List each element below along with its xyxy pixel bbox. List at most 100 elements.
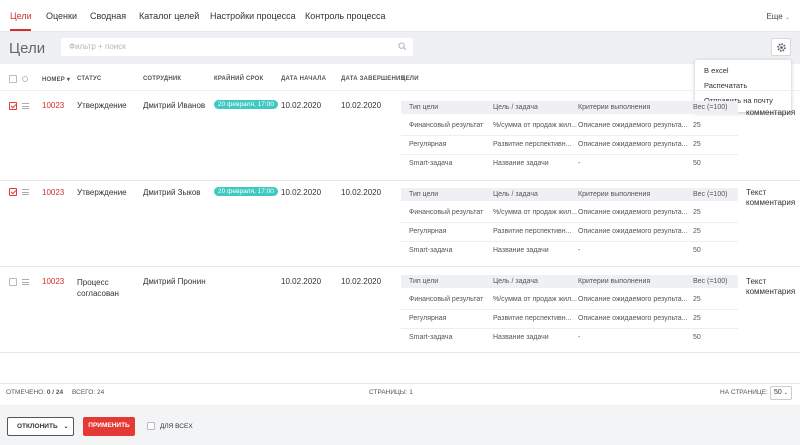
col-end-date[interactable]: ДАТА ЗАВЕРШЕНИЯ <box>341 76 405 82</box>
sub-col-criteria: Критерии выполнения <box>578 104 651 111</box>
goal-type: Регулярная <box>409 228 447 235</box>
goal-weight: 50 <box>693 334 701 341</box>
tab-catalog[interactable]: Каталог целей <box>139 11 199 21</box>
start-date: 10.02.2020 <box>281 188 322 197</box>
goal-weight: 50 <box>693 247 701 254</box>
header-toggle-icon[interactable] <box>22 76 28 82</box>
col-deadline[interactable]: КРАЙНИЙ СРОК <box>214 76 263 82</box>
goal-weight: 25 <box>693 296 701 303</box>
drag-handle-icon[interactable] <box>22 279 29 285</box>
reject-button[interactable]: ОТКЛОНИТЬ ⌄ <box>7 417 74 436</box>
row-checkbox[interactable] <box>9 278 17 286</box>
sub-col-goal: Цель / задача <box>493 278 538 285</box>
col-employee[interactable]: СОТРУДНИК <box>143 76 181 82</box>
drag-handle-icon[interactable] <box>22 103 29 109</box>
sub-col-type: Тип цели <box>409 191 439 198</box>
goal-number[interactable]: 10023 <box>42 101 64 110</box>
status-text: Процесс согласован <box>77 277 119 299</box>
apply-button[interactable]: ПРИМЕНИТЬ <box>83 417 135 436</box>
goal-task: Развитие перспективн... <box>493 141 572 148</box>
subtable-divider <box>401 135 738 136</box>
goals-subtable: Тип цели Цель / задача Критерии выполнен… <box>401 101 738 175</box>
drag-handle-icon[interactable] <box>22 189 29 195</box>
marked-count: ОТМЕЧЕНО: 0 / 24 <box>6 389 63 396</box>
table-row[interactable]: 10023 Утверждение Дмитрий Зыков 20 февра… <box>0 182 800 267</box>
goal-task: %/сумма от продаж жил... <box>493 209 577 216</box>
subtable-divider <box>401 154 738 155</box>
sub-col-goal: Цель / задача <box>493 191 538 198</box>
menu-item-excel[interactable]: В excel <box>704 66 729 75</box>
sub-col-goal: Цель / задача <box>493 104 538 111</box>
sub-col-type: Тип цели <box>409 104 439 111</box>
col-number[interactable]: НОМЕР ▾ <box>42 76 70 83</box>
per-page-select[interactable]: 50 ⌄ <box>770 386 792 400</box>
search-icon <box>398 42 407 51</box>
col-goals[interactable]: ЦЕЛИ <box>401 76 419 82</box>
goal-type: Финансовый результат <box>409 296 484 303</box>
for-all-checkbox[interactable] <box>147 422 155 430</box>
goal-criteria: - <box>578 334 581 341</box>
select-all-checkbox[interactable] <box>9 75 17 83</box>
comment-line: Текст <box>746 188 767 197</box>
goal-criteria: - <box>578 160 581 167</box>
bulk-actions-bar: ОТКЛОНИТЬ ⌄ ПРИМЕНИТЬ ДЛЯ ВСЕХ <box>0 405 800 445</box>
search-placeholder: Фильтр + поиск <box>69 42 126 51</box>
sub-col-criteria: Критерии выполнения <box>578 191 651 198</box>
row-checkbox[interactable] <box>9 102 17 110</box>
for-all-label: ДЛЯ ВСЕХ <box>160 423 193 430</box>
sub-col-weight: Вес (=100) <box>693 104 728 111</box>
comment-text: Текст комментария <box>746 188 795 208</box>
table-row[interactable]: 10023 Процесс согласован Дмитрий Пронин 1… <box>0 268 800 353</box>
goal-number[interactable]: 10023 <box>42 188 64 197</box>
col-start-date[interactable]: ДАТА НАЧАЛА <box>281 76 326 82</box>
sub-col-weight: Вес (=100) <box>693 278 728 285</box>
goal-criteria: Описание ожидаемого результа... <box>578 122 688 129</box>
end-date: 10.02.2020 <box>341 188 382 197</box>
chevron-down-icon: ⌄ <box>784 15 790 21</box>
deadline-badge: 20 февраля, 17:00 <box>214 100 278 109</box>
pages-info: СТРАНИЦЫ: 1 <box>369 389 413 396</box>
header-divider <box>0 90 800 91</box>
tab-process-control[interactable]: Контроль процесса <box>305 11 386 21</box>
row-checkbox[interactable] <box>9 188 17 196</box>
subtable-header <box>401 275 738 288</box>
goal-weight: 25 <box>693 315 701 322</box>
goal-type: Регулярная <box>409 315 447 322</box>
page-title: Цели <box>9 40 46 57</box>
goal-criteria: Описание ожидаемого результа... <box>578 209 688 216</box>
goal-task: %/сумма от продаж жил... <box>493 122 577 129</box>
goal-task: Развитие перспективн... <box>493 315 572 322</box>
top-nav: Цели Оценки Сводная Каталог целей Настро… <box>0 0 800 32</box>
chevron-down-icon: ⌄ <box>783 390 788 396</box>
marked-label: ОТМЕЧЕНО: <box>6 389 45 396</box>
goal-weight: 50 <box>693 160 701 167</box>
sort-icon: ▾ <box>66 77 71 83</box>
goal-weight: 25 <box>693 122 701 129</box>
tab-goals[interactable]: Цели <box>10 11 32 21</box>
goal-type: Финансовый результат <box>409 209 484 216</box>
menu-item-print[interactable]: Распечатать <box>704 81 747 90</box>
goal-weight: 25 <box>693 141 701 148</box>
gear-icon <box>777 43 786 52</box>
sub-col-criteria: Критерии выполнения <box>578 278 651 285</box>
goal-type: Smart-задача <box>409 247 453 254</box>
tab-ratings[interactable]: Оценки <box>46 11 77 21</box>
comment-line: комментария <box>746 108 796 117</box>
marked-value: 0 / 24 <box>46 389 64 396</box>
goal-weight: 25 <box>693 228 701 235</box>
subtable-divider <box>401 222 738 223</box>
settings-button[interactable] <box>771 38 791 56</box>
table-row[interactable]: 10023 Утверждение Дмитрий Иванов 20 февр… <box>0 96 800 181</box>
search-input[interactable]: Фильтр + поиск <box>61 38 413 56</box>
tab-process-settings[interactable]: Настройки процесса <box>210 11 296 21</box>
per-page-label: НА СТРАНИЦЕ: <box>720 389 768 396</box>
tab-summary[interactable]: Сводная <box>90 11 126 21</box>
goal-criteria: Описание ожидаемого результа... <box>578 315 688 322</box>
subtable-header <box>401 101 738 114</box>
goal-criteria: - <box>578 247 581 254</box>
goal-number[interactable]: 10023 <box>42 277 64 286</box>
employee-name: Дмитрий Пронин <box>143 277 206 286</box>
col-status[interactable]: СТАТУС <box>77 76 101 82</box>
goal-task: Развитие перспективн... <box>493 228 572 235</box>
more-menu[interactable]: Еще ⌄ <box>766 12 790 21</box>
